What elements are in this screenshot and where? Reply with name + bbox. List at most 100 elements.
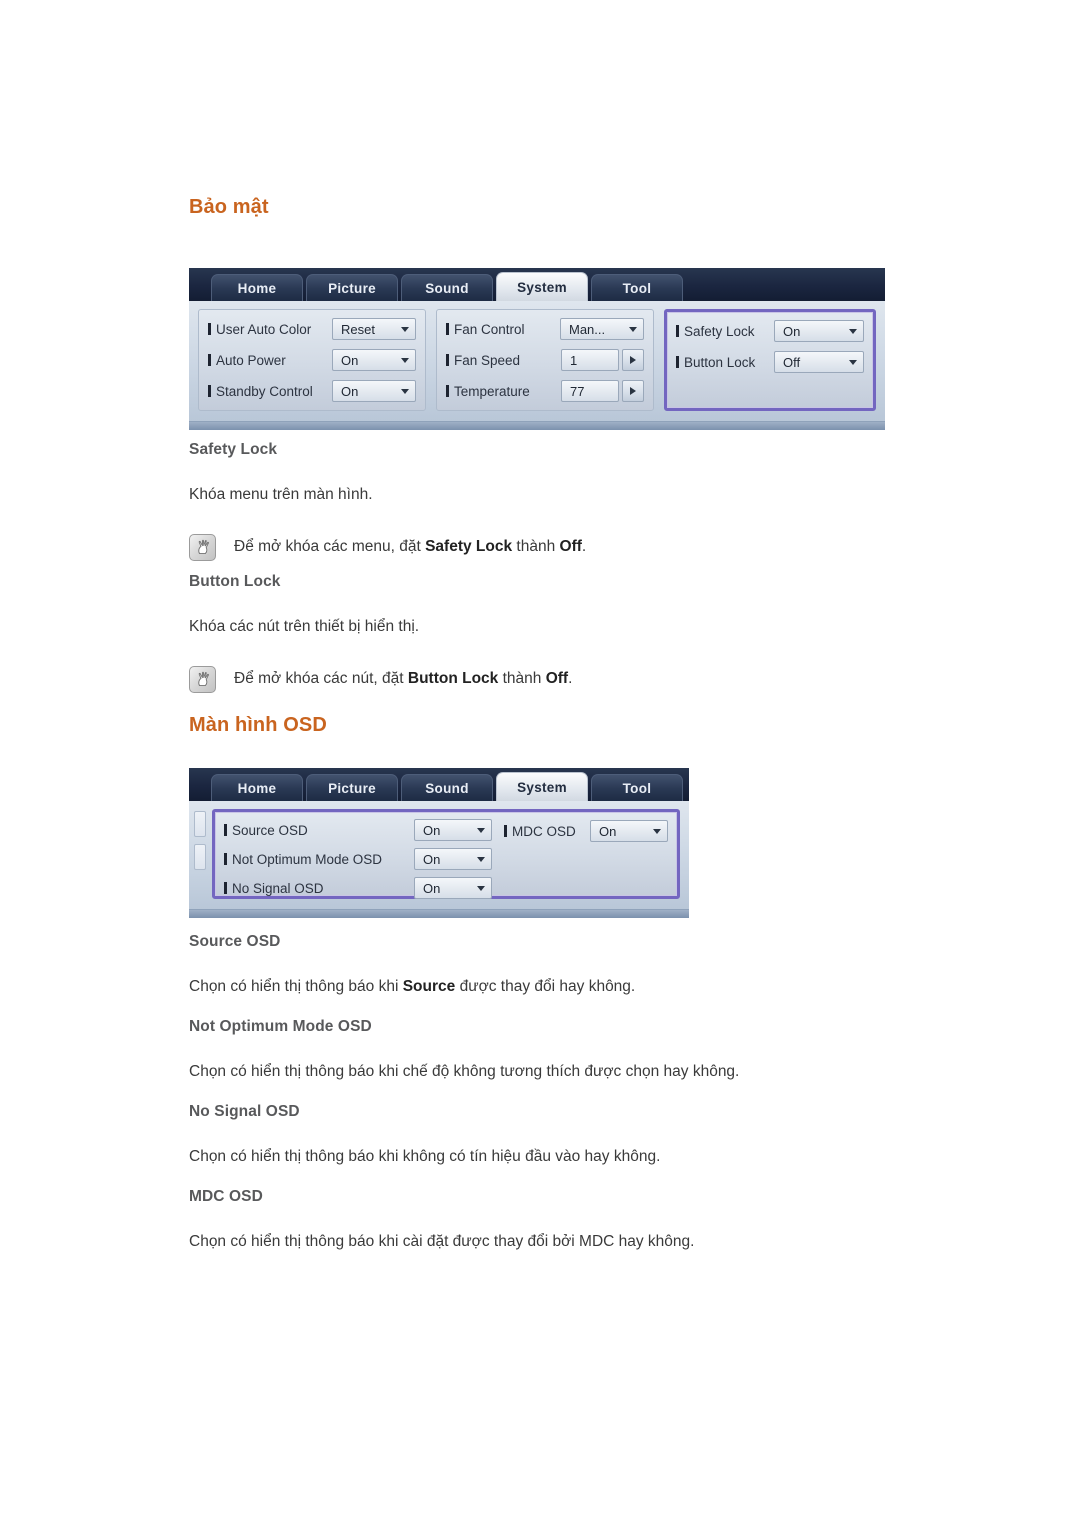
setting-label-text: Button Lock — [684, 354, 756, 370]
setting-control: Off — [774, 351, 864, 373]
standby-control-dropdown[interactable]: On — [332, 380, 416, 402]
tab-sound[interactable]: Sound — [401, 274, 493, 301]
setting-control: On — [414, 819, 492, 841]
setting-control: On — [332, 380, 416, 402]
setting-control: 1 — [561, 349, 644, 371]
chevron-down-icon — [477, 827, 485, 833]
note-icon — [189, 665, 216, 693]
auto-power-dropdown[interactable]: On — [332, 349, 416, 371]
group-general: User Auto Color Reset Auto Power On Stan… — [198, 309, 426, 411]
group-partial-offscreen — [194, 809, 206, 899]
dropdown-value: On — [783, 323, 801, 339]
not-optimum-mode-osd-dropdown[interactable]: On — [414, 848, 492, 870]
setting-label: Button Lock — [676, 355, 755, 370]
setting-label: Fan Speed — [446, 353, 520, 368]
tab-tool[interactable]: Tool — [591, 274, 683, 301]
bullet-icon — [446, 323, 449, 335]
note-icon — [189, 533, 216, 561]
tab-tool[interactable]: Tool — [591, 774, 683, 801]
setting-row-fan-speed: Fan Speed 1 — [446, 348, 644, 372]
setting-label-text: Temperature — [454, 383, 530, 399]
tab-system[interactable]: System — [496, 772, 588, 801]
setting-label: Temperature — [446, 384, 530, 399]
osd-column-right: MDC OSD On — [504, 819, 668, 889]
chevron-down-icon — [849, 359, 857, 365]
dropdown-value: On — [599, 823, 617, 839]
text-bold-term: Source — [402, 978, 456, 995]
chevron-down-icon — [653, 828, 661, 834]
safety-lock-dropdown[interactable]: On — [774, 320, 864, 342]
stepper-increase-button[interactable] — [622, 380, 644, 402]
osd-bottom-rail — [189, 909, 689, 918]
setting-label: MDC OSD — [504, 824, 576, 839]
chevron-down-icon — [629, 326, 637, 332]
bullet-icon — [676, 356, 679, 368]
setting-row-button-lock: Button Lock Off — [676, 350, 864, 374]
setting-row-mdc-osd: MDC OSD On — [504, 819, 668, 843]
chevron-down-icon — [477, 885, 485, 891]
setting-label: User Auto Color — [208, 322, 311, 337]
osd-tabbar: Home Picture Sound System Tool — [189, 268, 885, 301]
setting-control: On — [774, 320, 864, 342]
block-not-optimum-mode-osd: Not Optimum Mode OSD Chọn có hiển thị th… — [189, 1018, 909, 1083]
osd-screenshot-osdmenu: Home Picture Sound System Tool Source OS… — [189, 768, 689, 918]
bullet-icon — [208, 354, 211, 366]
tab-home[interactable]: Home — [211, 774, 303, 801]
bullet-icon — [224, 882, 227, 894]
page-content: Bảo mật Home Picture Sound System Tool U… — [189, 196, 909, 1250]
note-prefix: Để mở khóa các nút, đặt — [234, 669, 408, 687]
note-middle: thành — [512, 537, 560, 555]
setting-label: Fan Control — [446, 322, 525, 337]
group-security-highlighted: Safety Lock On Button Lock Off — [664, 309, 876, 411]
setting-row-user-auto-color: User Auto Color Reset — [208, 317, 416, 341]
dropdown-value: On — [341, 352, 359, 368]
stepper-increase-button[interactable] — [622, 349, 644, 371]
stepper-value: 1 — [561, 349, 619, 371]
heading-mdc-osd: MDC OSD — [189, 1188, 263, 1205]
setting-label: Safety Lock — [676, 324, 755, 339]
chevron-right-icon — [630, 356, 636, 364]
fan-control-dropdown[interactable]: Man... — [560, 318, 644, 340]
page-title-osd: Màn hình OSD — [189, 714, 327, 736]
setting-label: Source OSD — [224, 823, 308, 838]
tab-system[interactable]: System — [496, 272, 588, 301]
osd-body: Source OSD On Not Optimum Mode OSD On No… — [189, 801, 689, 909]
group-osd-highlighted: Source OSD On Not Optimum Mode OSD On No… — [212, 809, 680, 899]
setting-control: On — [590, 820, 668, 842]
setting-label-text: No Signal OSD — [232, 880, 324, 896]
setting-control: On — [414, 877, 492, 899]
tab-picture[interactable]: Picture — [306, 274, 398, 301]
fan-speed-stepper[interactable]: 1 — [561, 349, 644, 371]
setting-label-text: Source OSD — [232, 822, 308, 838]
button-lock-dropdown[interactable]: Off — [774, 351, 864, 373]
bullet-icon — [504, 825, 507, 837]
source-osd-dropdown[interactable]: On — [414, 819, 492, 841]
dropdown-value: Reset — [341, 321, 375, 337]
bullet-icon — [446, 385, 449, 397]
tab-sound[interactable]: Sound — [401, 774, 493, 801]
user-auto-color-dropdown[interactable]: Reset — [332, 318, 416, 340]
dropdown-value: On — [341, 383, 359, 399]
mdc-osd-dropdown[interactable]: On — [590, 820, 668, 842]
tab-home[interactable]: Home — [211, 274, 303, 301]
dropdown-value: Off — [783, 354, 801, 370]
temperature-stepper[interactable]: 77 — [561, 380, 644, 402]
note-text: Để mở khóa các nút, đặt Button Lock thàn… — [234, 666, 572, 689]
setting-label-text: Fan Speed — [454, 352, 521, 368]
setting-label-text: Fan Control — [454, 321, 525, 337]
setting-label-text: Safety Lock — [684, 323, 755, 339]
no-signal-osd-dropdown[interactable]: On — [414, 877, 492, 899]
text-mdc-osd: Chọn có hiển thị thông báo khi cài đặt đ… — [189, 1233, 695, 1250]
note-text: Để mở khóa các menu, đặt Safety Lock thà… — [234, 534, 586, 557]
block-safety-lock: Safety Lock Khóa menu trên màn hình. Để … — [189, 441, 909, 561]
heading-no-signal-osd: No Signal OSD — [189, 1103, 300, 1120]
osd-tabbar: Home Picture Sound System Tool — [189, 768, 689, 801]
setting-label-text: User Auto Color — [216, 321, 312, 337]
note-suffix: . — [581, 537, 587, 555]
note-bold-term: Safety Lock — [425, 537, 513, 555]
page-title-security: Bảo mật — [189, 196, 269, 218]
tab-picture[interactable]: Picture — [306, 774, 398, 801]
setting-control: On — [414, 848, 492, 870]
block-mdc-osd: MDC OSD Chọn có hiển thị thông báo khi c… — [189, 1188, 909, 1253]
setting-label-text: MDC OSD — [512, 823, 576, 839]
